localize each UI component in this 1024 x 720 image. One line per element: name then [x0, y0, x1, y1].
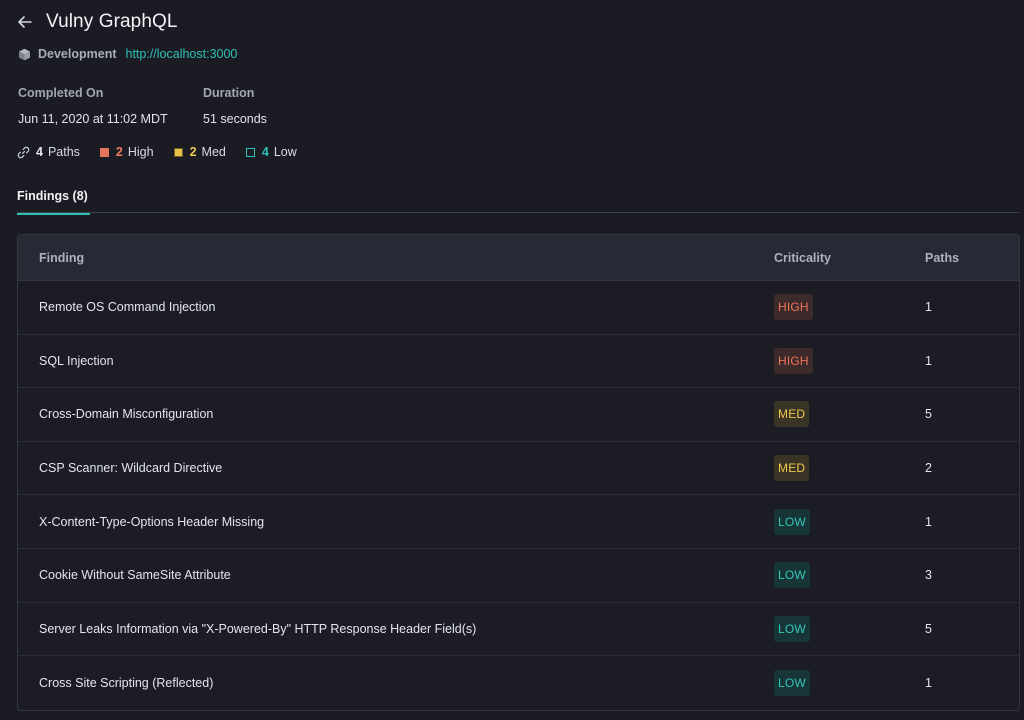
finding-name: Cookie Without SameSite Attribute [39, 568, 231, 583]
med-count: 2 [189, 145, 197, 159]
table-body: Remote OS Command Injection HIGH 1 SQL Inje… [18, 281, 1019, 710]
criticality-cell: LOW [754, 615, 905, 642]
tab-bar: Findings (8) [17, 186, 1020, 215]
findings-table: Finding Criticality Paths Remote OS Comm… [17, 234, 1020, 711]
stat-paths: 4 Paths [17, 145, 80, 159]
finding-name: Cross-Domain Misconfiguration [39, 407, 214, 422]
criticality-cell: MED [754, 455, 905, 482]
duration-value: 51 seconds [203, 112, 267, 126]
table-row[interactable]: Cross Site Scripting (Reflected) LOW 1 [18, 656, 1019, 710]
criticality-badge: LOW [774, 669, 810, 696]
stat-low: 4 Low [245, 145, 297, 159]
high-label: High [127, 145, 154, 159]
cube-icon [18, 48, 31, 61]
tab-findings[interactable]: Findings (8) [17, 186, 90, 215]
finding-name: Cross Site Scripting (Reflected) [39, 675, 214, 690]
finding-name: SQL Injection [39, 353, 114, 368]
paths-count-cell: 5 [925, 407, 932, 422]
table-row[interactable]: SQL Injection HIGH 1 [18, 335, 1019, 389]
paths-count-cell: 5 [925, 621, 932, 636]
environment-url-link[interactable]: http://localhost:3000 [126, 47, 238, 61]
finding-name: CSP Scanner: Wildcard Directive [39, 461, 223, 476]
criticality-badge: MED [774, 455, 810, 482]
page-header: Vulny GraphQL [16, 10, 178, 34]
back-arrow-icon[interactable] [16, 13, 34, 31]
paths-count-cell: 1 [925, 300, 932, 315]
criticality-cell: HIGH [754, 347, 905, 374]
criticality-cell: MED [754, 401, 905, 428]
paths-count: 4 [36, 145, 43, 159]
finding-name: Server Leaks Information via "X-Powered-… [39, 621, 477, 636]
criticality-badge: LOW [774, 615, 810, 642]
criticality-badge: HIGH [774, 347, 813, 374]
high-square-icon [99, 147, 109, 157]
paths-count-cell: 3 [925, 568, 932, 583]
paths-count-cell: 1 [925, 514, 932, 529]
high-count: 2 [115, 145, 123, 159]
link-icon [17, 146, 30, 159]
environment-name: Development [38, 47, 117, 61]
criticality-badge: HIGH [774, 294, 813, 321]
finding-name: Remote OS Command Injection [39, 300, 216, 315]
table-header: Finding Criticality Paths [18, 235, 1019, 281]
duration-label: Duration [203, 86, 255, 100]
criticality-cell: LOW [754, 669, 905, 696]
criticality-cell: LOW [754, 508, 905, 535]
criticality-badge: LOW [774, 562, 810, 589]
table-row[interactable]: Cross-Domain Misconfiguration MED 5 [18, 388, 1019, 442]
table-row[interactable]: X-Content-Type-Options Header Missing LOW… [18, 495, 1019, 549]
column-header-criticality[interactable]: Criticality [754, 251, 905, 265]
duration-block: Duration 51 seconds [203, 86, 267, 126]
med-label: Med [201, 145, 226, 159]
med-square-icon [173, 147, 183, 157]
table-row[interactable]: Server Leaks Information via "X-Powered-… [18, 603, 1019, 657]
criticality-badge: LOW [774, 508, 810, 535]
paths-count-cell: 1 [925, 353, 932, 368]
criticality-badge: MED [774, 401, 810, 428]
paths-count-cell: 2 [925, 461, 932, 476]
environment-row: Development http://localhost:3000 [18, 47, 237, 61]
summary-stats: 4 Paths 2 High 2 Med 4 Low [17, 145, 317, 159]
stat-med: 2 Med [173, 145, 226, 159]
page-title: Vulny GraphQL [46, 11, 178, 32]
table-row[interactable]: Cookie Without SameSite Attribute LOW 3 [18, 549, 1019, 603]
criticality-cell: LOW [754, 562, 905, 589]
completed-on-value: Jun 11, 2020 at 11:02 MDT [18, 112, 168, 126]
paths-count-cell: 1 [925, 675, 932, 690]
low-label: Low [273, 145, 297, 159]
table-row[interactable]: Remote OS Command Injection HIGH 1 [18, 281, 1019, 335]
low-square-icon [245, 147, 255, 157]
table-row[interactable]: CSP Scanner: Wildcard Directive MED 2 [18, 442, 1019, 496]
paths-label: Paths [47, 145, 80, 159]
finding-name: X-Content-Type-Options Header Missing [39, 514, 265, 529]
completed-on-label: Completed On [18, 86, 104, 100]
scan-detail-page: Vulny GraphQL Development http://localho… [0, 0, 1024, 720]
low-count: 4 [261, 145, 269, 159]
column-header-paths[interactable]: Paths [905, 251, 959, 265]
column-header-finding[interactable]: Finding [18, 251, 754, 265]
stat-high: 2 High [99, 145, 154, 159]
criticality-cell: HIGH [754, 294, 905, 321]
completed-on-block: Completed On Jun 11, 2020 at 11:02 MDT [18, 86, 168, 126]
